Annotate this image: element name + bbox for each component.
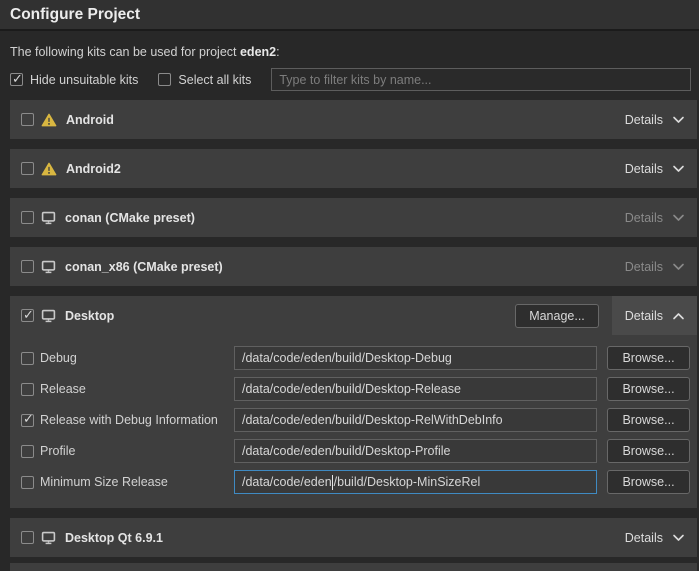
browse-button[interactable]: Browse... <box>607 377 690 401</box>
kit-row-partial[interactable] <box>10 563 697 571</box>
kit-name: Android2 <box>66 162 121 176</box>
chevron-down-icon <box>672 534 685 542</box>
kit-checkbox[interactable] <box>21 113 34 126</box>
browse-button[interactable]: Browse... <box>607 408 690 432</box>
checkbox-icon[interactable] <box>158 73 171 86</box>
kit-checkbox[interactable] <box>21 531 34 544</box>
chevron-down-icon <box>672 263 685 271</box>
manage-kits-button[interactable]: Manage... <box>515 304 599 328</box>
intro-text-after: : <box>276 45 279 59</box>
kit-name: conan_x86 (CMake preset) <box>65 260 223 274</box>
kit-checkbox[interactable] <box>21 260 34 273</box>
build-config-list: Debug /data/code/eden/build/Desktop-Debu… <box>10 335 697 508</box>
checkbox-icon[interactable] <box>10 73 23 86</box>
chevron-down-icon <box>672 214 685 222</box>
kit-row-conan-x86[interactable]: conan_x86 (CMake preset) Details <box>10 247 697 286</box>
build-path-value: /data/code/eden/build/Desktop-RelWithDeb… <box>242 413 503 427</box>
kit-name: Android <box>66 113 114 127</box>
config-row-minsizerel: Minimum Size Release /data/code/eden/bui… <box>10 470 697 494</box>
config-checkbox[interactable] <box>21 476 34 489</box>
details-label: Details <box>625 309 663 323</box>
kit-checkbox[interactable] <box>21 309 34 322</box>
details-label: Details <box>625 531 663 545</box>
kit-row-conan[interactable]: conan (CMake preset) Details <box>10 198 697 237</box>
build-path-input[interactable]: /data/code/eden/build/Desktop-Release <box>234 377 597 401</box>
page-title: Configure Project <box>10 6 140 24</box>
build-path-value: /data/code/eden/build/Desktop-Profile <box>242 444 450 458</box>
intro-text: The following kits can be used for proje… <box>10 45 689 59</box>
details-label: Details <box>625 113 663 127</box>
build-path-input-focused[interactable]: /data/code/eden/build/Desktop-MinSizeRel <box>234 470 597 494</box>
kit-name: Desktop Qt 6.9.1 <box>65 531 163 545</box>
details-toggle[interactable]: Details <box>625 113 685 127</box>
browse-button[interactable]: Browse... <box>607 439 690 463</box>
config-row-profile: Profile /data/code/eden/build/Desktop-Pr… <box>10 439 697 463</box>
intro-text-before: The following kits can be used for proje… <box>10 45 240 59</box>
chevron-up-icon <box>672 312 685 320</box>
details-toggle-area[interactable]: Details <box>612 296 697 335</box>
config-checkbox[interactable] <box>21 352 34 365</box>
kit-name: conan (CMake preset) <box>65 211 195 225</box>
kit-row-android[interactable]: Android Details <box>10 100 697 139</box>
build-path-value: /data/code/eden <box>242 475 332 489</box>
warning-icon <box>41 113 57 127</box>
config-checkbox[interactable] <box>21 445 34 458</box>
config-label: Release <box>40 382 86 396</box>
details-toggle[interactable]: Details <box>625 309 685 323</box>
config-row-release: Release /data/code/eden/build/Desktop-Re… <box>10 377 697 401</box>
details-label: Details <box>625 260 663 274</box>
hide-unsuitable-kits-checkbox[interactable]: Hide unsuitable kits <box>10 73 138 87</box>
page-header: Configure Project <box>0 0 699 31</box>
kit-name: Desktop <box>65 309 114 323</box>
kit-block-desktop: Desktop Manage... Details Debug <box>10 296 697 508</box>
browse-button[interactable]: Browse... <box>607 470 690 494</box>
kit-filter-controls: Hide unsuitable kits Select all kits <box>10 68 691 91</box>
config-checkbox[interactable] <box>21 383 34 396</box>
kit-row-android2[interactable]: Android2 Details <box>10 149 697 188</box>
config-label: Minimum Size Release <box>40 475 168 489</box>
kit-filter-input[interactable] <box>271 68 691 91</box>
select-all-kits-label: Select all kits <box>178 73 251 87</box>
desktop-icon <box>41 260 56 274</box>
desktop-icon <box>41 531 56 545</box>
chevron-down-icon <box>672 116 685 124</box>
build-path-input[interactable]: /data/code/eden/build/Desktop-Debug <box>234 346 597 370</box>
config-label: Profile <box>40 444 75 458</box>
config-label: Debug <box>40 351 77 365</box>
config-row-debug: Debug /data/code/eden/build/Desktop-Debu… <box>10 346 697 370</box>
build-path-value: /build/Desktop-MinSizeRel <box>334 475 481 489</box>
kit-checkbox[interactable] <box>21 211 34 224</box>
desktop-icon <box>41 309 56 323</box>
config-checkbox[interactable] <box>21 414 34 427</box>
details-label: Details <box>625 211 663 225</box>
details-toggle[interactable]: Details <box>625 260 685 274</box>
build-path-value: /data/code/eden/build/Desktop-Debug <box>242 351 452 365</box>
project-name: eden2 <box>240 45 276 59</box>
select-all-kits-checkbox[interactable]: Select all kits <box>158 73 251 87</box>
kit-row-desktop[interactable]: Desktop Manage... Details <box>10 296 697 335</box>
details-toggle[interactable]: Details <box>625 162 685 176</box>
details-label: Details <box>625 162 663 176</box>
build-path-input[interactable]: /data/code/eden/build/Desktop-Profile <box>234 439 597 463</box>
chevron-down-icon <box>672 165 685 173</box>
kit-row-desktop-qt[interactable]: Desktop Qt 6.9.1 Details <box>10 518 697 557</box>
build-path-value: /data/code/eden/build/Desktop-Release <box>242 382 461 396</box>
build-path-input[interactable]: /data/code/eden/build/Desktop-RelWithDeb… <box>234 408 597 432</box>
details-toggle[interactable]: Details <box>625 531 685 545</box>
kit-checkbox[interactable] <box>21 162 34 175</box>
browse-button[interactable]: Browse... <box>607 346 690 370</box>
desktop-icon <box>41 211 56 225</box>
config-label: Release with Debug Information <box>40 413 218 427</box>
config-row-relwithdebinfo: Release with Debug Information /data/cod… <box>10 408 697 432</box>
hide-unsuitable-kits-label: Hide unsuitable kits <box>30 73 138 87</box>
warning-icon <box>41 162 57 176</box>
kit-list: Android Details Android2 Details <box>0 100 699 571</box>
details-toggle[interactable]: Details <box>625 211 685 225</box>
